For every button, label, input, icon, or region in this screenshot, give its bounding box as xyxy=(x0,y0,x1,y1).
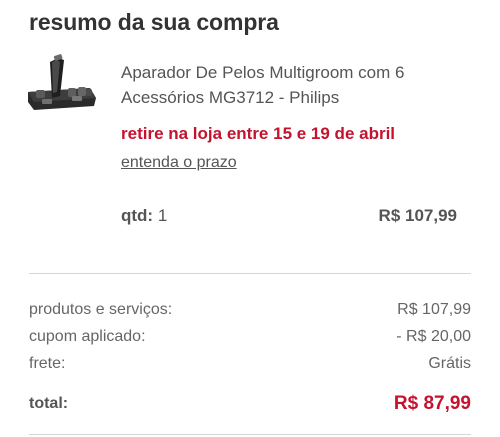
item-price: R$ 107,99 xyxy=(378,206,457,225)
section-divider xyxy=(29,273,471,274)
quantity-label: qtd: xyxy=(121,206,154,225)
products-services-value: R$ 107,99 xyxy=(397,301,471,318)
total-value: R$ 87,99 xyxy=(393,393,471,414)
hair-trimmer-kit-icon xyxy=(28,54,96,110)
products-services-label: produtos e serviços: xyxy=(29,301,173,318)
order-summary-page: resumo da sua compra Aparador De Pelos M… xyxy=(0,0,500,437)
summary-title: resumo da sua compra xyxy=(29,9,279,35)
bottom-divider xyxy=(29,434,471,435)
understand-deadline-link[interactable]: entenda o prazo xyxy=(121,154,237,172)
quantity-value: 1 xyxy=(157,206,168,225)
product-name[interactable]: Aparador De Pelos Multigroom com 6 Acess… xyxy=(121,60,466,110)
pickup-date-text: retire na loja entre 15 e 19 de abril xyxy=(121,124,396,143)
total-label: total: xyxy=(29,395,69,412)
shipping-label: frete: xyxy=(29,355,66,372)
shipping-value: Grátis xyxy=(428,355,471,372)
coupon-value: - R$ 20,00 xyxy=(396,328,471,345)
product-image[interactable] xyxy=(24,52,100,114)
coupon-label: cupom aplicado: xyxy=(29,328,146,345)
quantity-row: qtd: 1 R$ 107,99 xyxy=(121,206,457,226)
